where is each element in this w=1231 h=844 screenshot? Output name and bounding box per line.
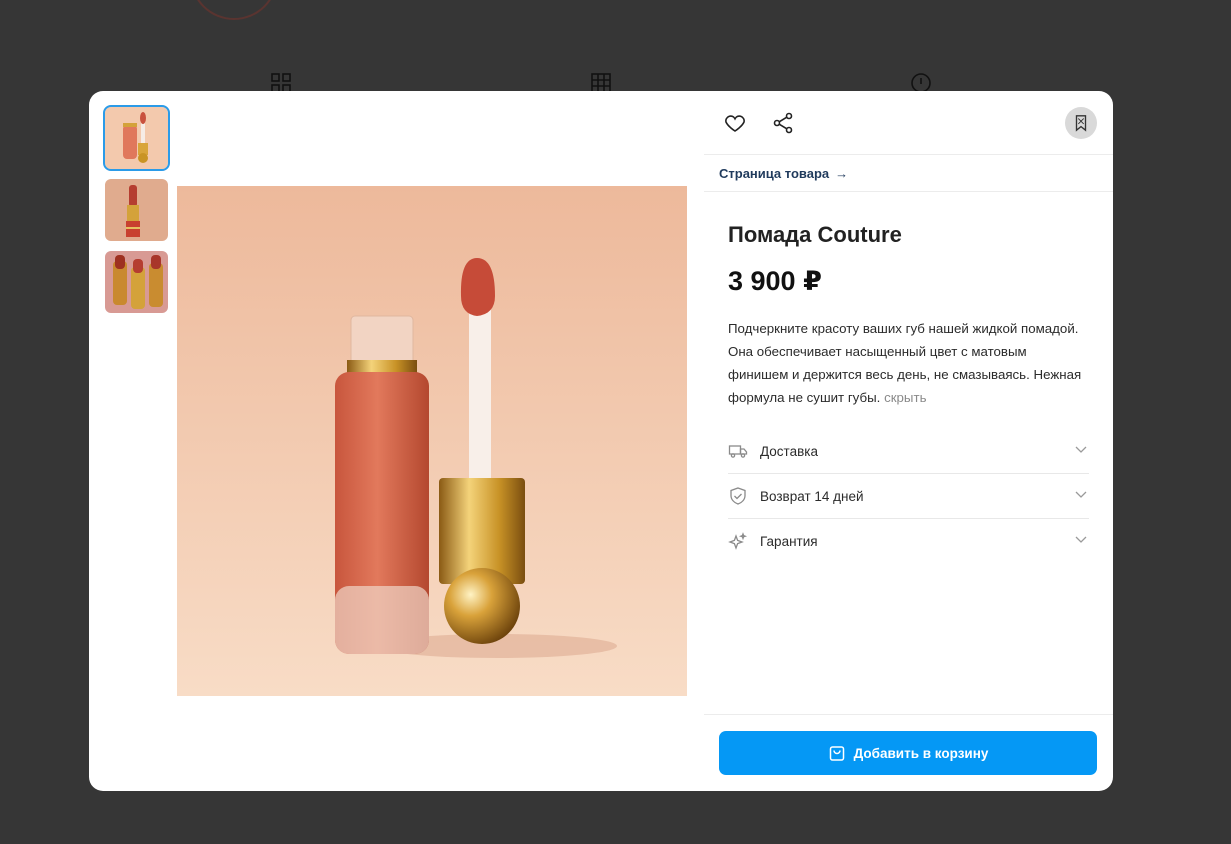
- heart-icon[interactable]: [723, 111, 747, 135]
- add-to-cart-button[interactable]: Добавить в корзину: [719, 731, 1097, 775]
- truck-icon: [728, 441, 748, 461]
- shopping-bag-icon: [829, 746, 844, 761]
- share-icon[interactable]: [771, 111, 795, 135]
- main-product-image: [177, 186, 687, 696]
- product-info: Помада Couture 3 900 ₽ Подчеркните красо…: [704, 192, 1113, 564]
- sparkle-icon: [728, 531, 748, 552]
- product-price: 3 900 ₽: [728, 266, 822, 296]
- info-accordion: Доставка Возврат 14 дней Гарантия: [728, 429, 1089, 564]
- bookmark-button[interactable]: [1065, 107, 1097, 139]
- thumbnail-lipstick-tube[interactable]: [105, 179, 168, 241]
- accordion-returns-label: Возврат 14 дней: [760, 488, 864, 504]
- add-to-cart-label: Добавить в корзину: [853, 745, 989, 761]
- description-collapse-link[interactable]: скрыть: [884, 390, 926, 405]
- thumbnail-lipstick-set[interactable]: [105, 251, 168, 313]
- thumbnail-liquid-lipstick[interactable]: [103, 105, 170, 171]
- product-quick-view-modal: Страница товара → Помада Couture 3 900 ₽…: [89, 91, 1113, 791]
- arrow-right-icon: →: [835, 165, 849, 181]
- chevron-down-icon: [1075, 491, 1087, 498]
- modal-footer: Добавить в корзину: [704, 714, 1113, 791]
- product-description: Подчеркните красоту ваших губ нашей жидк…: [728, 317, 1089, 409]
- action-bar: [704, 91, 1113, 155]
- product-page-link[interactable]: Страница товара →: [704, 155, 1113, 192]
- accordion-warranty[interactable]: Гарантия: [728, 519, 1089, 564]
- shield-check-icon: [728, 486, 748, 506]
- product-title: Помада Couture: [728, 222, 902, 247]
- thumbnail-list: [103, 105, 170, 323]
- accordion-returns[interactable]: Возврат 14 дней: [728, 474, 1089, 519]
- accordion-delivery-label: Доставка: [760, 443, 818, 459]
- bookmark-icon: [1075, 115, 1087, 132]
- chevron-down-icon: [1075, 446, 1087, 453]
- accordion-delivery[interactable]: Доставка: [728, 429, 1089, 474]
- background-avatar: [190, 0, 278, 20]
- chevron-down-icon: [1075, 536, 1087, 543]
- product-details-panel: Страница товара → Помада Couture 3 900 ₽…: [704, 91, 1113, 791]
- product-page-link-label: Страница товара: [719, 165, 830, 181]
- accordion-warranty-label: Гарантия: [760, 534, 818, 549]
